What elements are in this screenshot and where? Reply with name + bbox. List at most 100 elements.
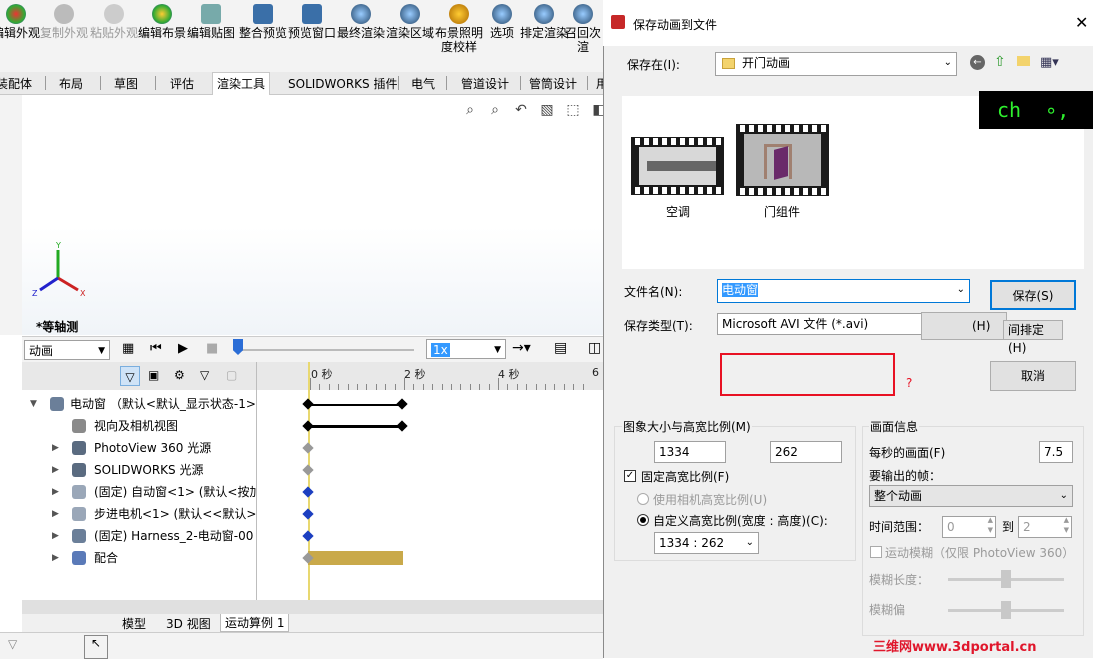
calculate-icon[interactable]: ▦ <box>122 341 134 356</box>
frames-to-output-select[interactable]: 整个动画 ⌄ <box>869 485 1073 507</box>
play-icon[interactable]: ▶ <box>178 341 188 356</box>
spinner-icon[interactable]: ▲ ▼ <box>988 515 993 535</box>
zoom-to-fit-icon[interactable]: ⌕ <box>461 102 479 120</box>
tree-item-solidworks-lights[interactable]: ▶ SOLIDWORKS 光源 <box>22 460 256 480</box>
tab-model[interactable]: 模型 <box>122 615 146 632</box>
file-item-aircon[interactable] <box>631 137 724 195</box>
time-to-input[interactable]: 2 ▲ ▼ <box>1018 516 1072 538</box>
cancel-button[interactable]: 取消 <box>990 361 1076 391</box>
tab-assembly[interactable]: 装配体 <box>0 75 32 92</box>
tab-layout[interactable]: 布局 <box>59 75 83 92</box>
tab-electrical[interactable]: 电气 <box>411 75 435 92</box>
close-icon[interactable]: ✕ <box>1075 13 1088 32</box>
tree-item-root[interactable]: ▼ 电动窗 （默认<默认_显示状态-1>） <box>22 394 256 414</box>
animation-wizard-icon[interactable]: ◫ <box>588 340 601 356</box>
schedule-render-button[interactable]: 排定渲染 <box>520 4 568 40</box>
select-cursor-icon[interactable]: ↖ <box>84 635 108 659</box>
tab-tubing[interactable]: 管筒设计 <box>529 75 577 92</box>
playback-speed-select[interactable]: 1x ▼ <box>426 339 506 359</box>
final-render-button[interactable]: 最终渲染 <box>337 4 385 40</box>
expand-icon[interactable]: ▶ <box>52 460 59 480</box>
filter-animated-icon[interactable]: ▣ <box>148 368 159 382</box>
view-menu-icon[interactable]: ▦▾ <box>1040 55 1059 70</box>
view-orientation-icon[interactable]: ⬚ <box>564 102 582 120</box>
tree-item-photoview-lights[interactable]: ▶ PhotoView 360 光源 <box>22 438 256 458</box>
filter-icon[interactable]: ▽ <box>8 637 17 651</box>
options-button[interactable]: 选项 <box>478 4 526 40</box>
filter-results-icon[interactable]: ▢ <box>226 368 237 382</box>
playback-slider-thumb[interactable] <box>233 339 243 355</box>
zoom-area-icon[interactable]: ⌕ <box>486 102 504 120</box>
edit-appearance-button[interactable]: 编辑外观 <box>0 4 40 40</box>
spinner-icon[interactable]: ▲ ▼ <box>1064 515 1069 535</box>
fixed-ratio-checkbox[interactable]: ✓ <box>624 470 636 482</box>
motion-blur-checkbox[interactable] <box>870 546 882 558</box>
ratio-select[interactable]: 1334 : 262 ⌄ <box>654 532 759 554</box>
timeline-tick <box>554 384 556 390</box>
height-input[interactable]: 262 <box>770 441 842 463</box>
expand-icon[interactable]: ▶ <box>52 548 59 568</box>
expand-icon[interactable]: ▶ <box>52 482 59 502</box>
edit-decal-button[interactable]: 编辑贴图 <box>187 4 235 40</box>
horizontal-scrollbar[interactable] <box>22 600 603 614</box>
paste-appearance-button[interactable]: 粘贴外观 <box>90 4 138 40</box>
filename-input[interactable]: 电动窗 ⌄ <box>717 279 970 303</box>
overlay-text: ch ∘, <box>979 91 1093 129</box>
edit-scene-button[interactable]: 编辑布景 <box>138 4 186 40</box>
save-button[interactable]: 保存(S) <box>990 280 1076 310</box>
custom-ratio-radio[interactable] <box>637 514 649 526</box>
timeline-tick <box>479 384 481 390</box>
tree-item-harness[interactable]: ▶ (固定) Harness_2-电动窗-00 <box>22 526 256 546</box>
playback-mode-icon[interactable]: →▾ <box>512 340 531 356</box>
play-from-start-icon[interactable]: ⏮ <box>150 341 162 356</box>
tree-item-stepper-motor[interactable]: ▶ 步进电机<1> (默认<<默认>_ <box>22 504 256 524</box>
mates-icon <box>72 551 86 565</box>
width-input[interactable]: 1334 <box>654 441 726 463</box>
tab-render-tools[interactable]: 渲染工具 <box>212 72 271 95</box>
integrated-preview-button[interactable]: 整合预览 <box>239 4 287 40</box>
new-folder-icon[interactable] <box>1017 56 1030 66</box>
expand-icon[interactable]: ▶ <box>52 526 59 546</box>
tab-motion-study-1[interactable]: 运动算例 1 <box>220 614 290 632</box>
section-view-icon[interactable]: ▧ <box>538 102 556 120</box>
up-folder-icon[interactable]: ⇧ <box>994 54 1006 70</box>
blur-offset-thumb[interactable] <box>1001 601 1011 619</box>
playback-slider[interactable] <box>234 349 414 351</box>
tree-item-camera-views[interactable]: 视向及相机视图 <box>22 416 256 436</box>
collapse-icon[interactable]: ▼ <box>30 394 37 414</box>
command-manager-tabs: 装配体 布局 草图 评估 渲染工具 SOLIDWORKS 插件 电气 管道设计 … <box>0 72 608 95</box>
previous-view-icon[interactable]: ↶ <box>512 102 530 120</box>
preview-window-button[interactable]: 预览窗口 <box>288 4 336 40</box>
schedule-button[interactable]: 间排定(H) <box>1003 320 1063 355</box>
recall-render-button[interactable]: 召回次渲 <box>562 4 604 54</box>
tab-separator <box>155 76 156 90</box>
render-region-button[interactable]: 渲染区域 <box>386 4 434 40</box>
save-animation-icon[interactable]: ▤ <box>554 340 567 356</box>
back-icon[interactable]: ← <box>970 55 985 70</box>
help-button[interactable]: (H) <box>921 312 1007 340</box>
tab-piping[interactable]: 管道设计 <box>461 75 509 92</box>
use-camera-ratio-radio[interactable] <box>637 493 649 505</box>
filter-selected-icon[interactable]: ▽ <box>200 368 209 382</box>
tab-evaluate[interactable]: 评估 <box>170 75 194 92</box>
expand-icon[interactable]: ▶ <box>52 438 59 458</box>
tab-3d-view[interactable]: 3D 视图 <box>166 615 211 632</box>
tab-sketch[interactable]: 草图 <box>114 75 138 92</box>
tree-item-window[interactable]: ▶ (固定) 自动窗<1> (默认<按加 <box>22 482 256 502</box>
copy-appearance-button[interactable]: 复制外观 <box>40 4 88 40</box>
expand-icon[interactable]: ▶ <box>52 504 59 524</box>
blur-length-thumb[interactable] <box>1001 570 1011 588</box>
tab-solidworks-addins[interactable]: SOLIDWORKS 插件 <box>288 75 397 92</box>
scene-illumination-button[interactable]: 布景照明度校样 <box>435 4 483 54</box>
graphics-viewport[interactable] <box>22 95 603 335</box>
filter-driving-icon[interactable]: ⚙ <box>174 368 185 382</box>
fps-input[interactable]: 7.5 <box>1039 441 1073 463</box>
filter-icon[interactable]: ▽ <box>120 366 140 386</box>
stop-icon[interactable]: ■ <box>206 341 218 356</box>
time-from-input[interactable]: 0 ▲ ▼ <box>942 516 996 538</box>
motion-manager-toolbar: 动画 ▼ ▦ ⏮ ▶ ■ 1x ▼ →▾ ▤ ◫ <box>22 336 603 363</box>
save-in-select[interactable]: 开门动画 ⌄ <box>715 52 957 76</box>
study-type-select[interactable]: 动画 ▼ <box>24 340 110 360</box>
file-item-door[interactable] <box>736 124 829 196</box>
tree-item-mates[interactable]: ▶ 配合 <box>22 548 256 568</box>
